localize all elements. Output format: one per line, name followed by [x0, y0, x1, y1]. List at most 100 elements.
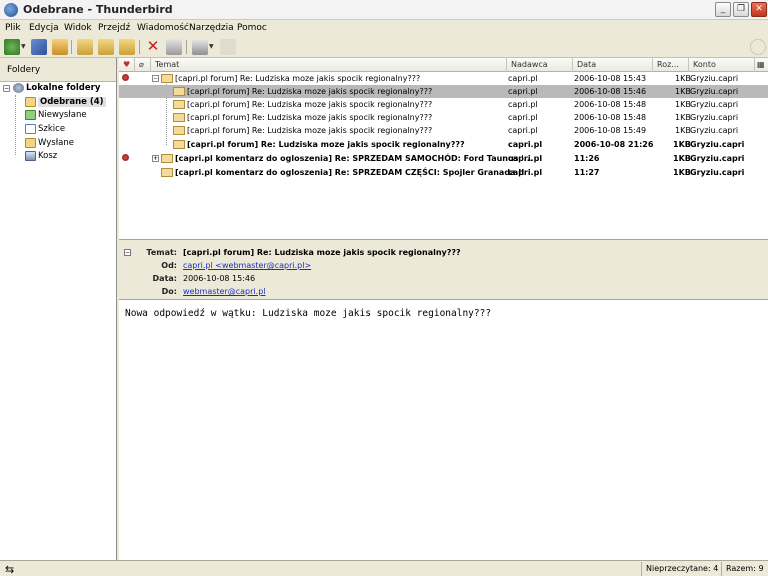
envelope-icon [173, 126, 185, 135]
folder-pane: Foldery − Lokalne foldery Odebrane (4) N… [0, 58, 117, 560]
print-icon[interactable] [192, 39, 208, 55]
message-subject: [capri.pl forum] Re: Ludziska moze jakis… [175, 74, 421, 83]
message-body-text: Nowa odpowiedź w wątku: Ludziska moze ja… [125, 308, 492, 319]
column-flag[interactable]: ♥ [119, 58, 135, 72]
message-date: 11:27 [574, 168, 600, 177]
table-row[interactable]: [capri.pl forum] Re: Ludziska moze jakis… [119, 124, 768, 137]
folder-pane-header: Foldery [0, 58, 116, 82]
menu-edycja[interactable]: Edycja [29, 23, 59, 33]
outbox-icon [25, 110, 36, 120]
message-size: 1KB [675, 74, 691, 83]
table-row[interactable]: − [capri.pl forum] Re: Ludziska moze jak… [119, 72, 768, 85]
junk-icon[interactable] [166, 39, 182, 55]
envelope-icon [161, 154, 173, 163]
column-attachment[interactable]: ⌀ [135, 58, 151, 72]
minimize-button[interactable]: _ [715, 2, 731, 17]
account-label: Lokalne foldery [26, 83, 101, 93]
table-row[interactable]: [capri.pl forum] Re: Ludziska moze jakis… [119, 111, 768, 124]
message-sender: capri.pl [508, 87, 538, 96]
column-account[interactable]: Konto [689, 58, 755, 72]
message-sender: capri.pl [508, 168, 543, 177]
message-body[interactable]: Nowa odpowiedź w wątku: Ludziska moze ja… [119, 300, 768, 560]
message-subject: [capri.pl forum] Re: Ludziska moze jakis… [187, 113, 433, 122]
thunderbird-logo-icon [4, 3, 18, 17]
menu-wiadomosc[interactable]: Wiadomość [137, 23, 189, 33]
table-row[interactable]: [capri.pl komentarz do ogloszenia] Re: S… [119, 166, 768, 179]
header-date: 2006-10-08 15:46 [183, 274, 256, 283]
message-account: Gryziu.capri [690, 140, 745, 149]
message-subject: [capri.pl forum] Re: Ludziska moze jakis… [187, 87, 433, 96]
column-subject[interactable]: Temat [151, 58, 507, 72]
menu-przejdz[interactable]: Przejdź [98, 23, 130, 33]
window-title: Odebrane - Thunderbird [23, 3, 173, 16]
message-sender: capri.pl [508, 100, 538, 109]
status-bar: ⇆ Nieprzeczytane: 4 Razem: 9 [0, 560, 768, 576]
menu-narzedzia[interactable]: Narzędzia [189, 23, 234, 33]
message-size: 1KB [673, 140, 691, 149]
menu-widok[interactable]: Widok [64, 23, 92, 33]
message-account: Gryziu.capri [690, 100, 739, 109]
message-sender: capri.pl [508, 154, 543, 163]
close-button[interactable]: ✕ [751, 2, 767, 17]
envelope-icon [173, 87, 185, 96]
message-account: Gryziu.capri [690, 168, 745, 177]
inbox-icon [25, 97, 36, 107]
table-row[interactable]: [capri.pl forum] Re: Ludziska moze jakis… [119, 98, 768, 111]
reply-icon[interactable] [77, 39, 93, 55]
table-row[interactable]: [capri.pl forum] Re: Ludziska moze jakis… [119, 138, 768, 151]
maximize-button[interactable]: ❐ [733, 2, 749, 17]
online-status-icon[interactable]: ⇆ [0, 561, 14, 576]
toolbar-separator [71, 40, 72, 54]
header-from-row: Od: capri.pl <webmaster@capri.pl> [119, 259, 768, 272]
get-mail-icon[interactable] [4, 39, 20, 55]
message-date: 2006-10-08 15:48 [574, 100, 647, 109]
chevron-down-icon[interactable]: ▼ [21, 43, 26, 50]
message-subject: [capri.pl forum] Re: Ludziska moze jakis… [187, 100, 433, 109]
header-subject: [capri.pl forum] Re: Ludziska moze jakis… [183, 248, 461, 257]
delete-icon[interactable]: ✕ [145, 39, 161, 55]
message-size: 1KB [673, 168, 691, 177]
message-date: 2006-10-08 21:26 [574, 140, 654, 149]
header-to-label: Do: [161, 287, 177, 296]
column-sender[interactable]: Nadawca [507, 58, 573, 72]
reply-all-icon[interactable] [98, 39, 114, 55]
folder-label: Niewysłane [38, 110, 87, 120]
forward-icon[interactable] [119, 39, 135, 55]
header-date-row: Data: 2006-10-08 15:46 [119, 272, 768, 285]
column-header: ♥ ⌀ Temat Nadawca Data Roz... Konto ▦ [119, 58, 768, 72]
menu-plik[interactable]: Plik [5, 23, 21, 33]
folder-label: Wysłane [38, 138, 74, 148]
message-size: 1KB [675, 100, 691, 109]
toolbar-separator [186, 40, 187, 54]
unread-count: Nieprzeczytane: 4 [641, 562, 721, 576]
message-account: Gryziu.capri [690, 87, 739, 96]
folder-odebrane[interactable]: Odebrane (4) [0, 96, 117, 109]
header-from-link[interactable]: capri.pl <webmaster@capri.pl> [183, 261, 311, 270]
table-row[interactable]: + [capri.pl komentarz do ogloszenia] Re:… [119, 152, 768, 165]
header-subject-label: Temat: [146, 248, 177, 257]
collapse-thread-icon[interactable]: − [152, 75, 159, 82]
message-size: 1KB [675, 113, 691, 122]
message-subject: [capri.pl komentarz do ogloszenia] Re: S… [175, 154, 533, 163]
envelope-icon [161, 74, 173, 83]
column-picker-icon[interactable]: ▦ [755, 58, 768, 72]
expand-thread-icon[interactable]: + [152, 155, 159, 162]
menu-pomoc[interactable]: Pomoc [237, 23, 267, 33]
message-date: 2006-10-08 15:49 [574, 126, 647, 135]
header-to-link[interactable]: webmaster@capri.pl [183, 287, 266, 296]
header-from-label: Od: [161, 261, 177, 270]
toolbar-separator [139, 40, 140, 54]
write-icon[interactable] [31, 39, 47, 55]
flag-icon [122, 154, 129, 161]
collapse-icon[interactable]: − [3, 85, 10, 92]
column-date[interactable]: Data [573, 58, 653, 72]
column-size[interactable]: Roz... [653, 58, 689, 72]
address-book-icon[interactable] [52, 39, 68, 55]
stop-icon[interactable] [220, 39, 236, 55]
message-sender: capri.pl [508, 126, 538, 135]
envelope-icon [173, 140, 185, 149]
chevron-down-icon[interactable]: ▼ [209, 43, 214, 50]
message-date: 2006-10-08 15:46 [574, 87, 647, 96]
table-row[interactable]: [capri.pl forum] Re: Ludziska moze jakis… [119, 85, 768, 98]
flag-icon [122, 74, 129, 81]
